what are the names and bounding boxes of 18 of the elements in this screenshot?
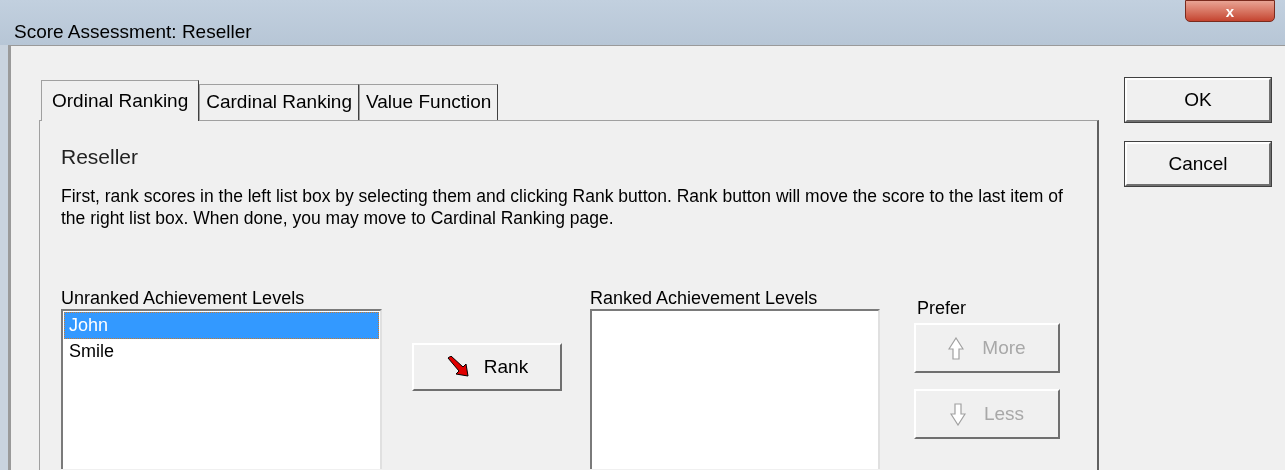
prefer-label: Prefer — [917, 297, 968, 317]
down-arrow-icon — [949, 402, 966, 426]
list-box[interactable] — [590, 309, 880, 469]
list-item[interactable]: Smile — [64, 339, 379, 366]
arrow-icon — [445, 356, 472, 378]
instructions-text: First, rank scores in the left list box by selecting them and clicking Rank button. Rank button will move the score to the last item of the right list box. When done, you may move to Cardinal Ranking page. — [61, 185, 1064, 229]
list-box[interactable]: John Smile — [61, 309, 382, 469]
dialog-button[interactable]: OK — [1125, 78, 1271, 122]
tab[interactable]: Ordinal Ranking — [41, 80, 200, 121]
tab[interactable]: Cardinal Ranking — [199, 84, 359, 120]
heading: Reseller — [61, 144, 140, 170]
dialog-button[interactable]: Cancel — [1125, 142, 1271, 186]
rank-button[interactable]: Rank — [412, 343, 562, 391]
up-arrow-icon — [948, 336, 965, 360]
window-title: Score Assessment: Reseller — [14, 20, 252, 44]
list-label: Ranked Achievement Levels — [590, 287, 819, 309]
tab[interactable]: Value Function — [359, 84, 499, 120]
list-label: Unranked Achievement Levels — [61, 287, 306, 309]
